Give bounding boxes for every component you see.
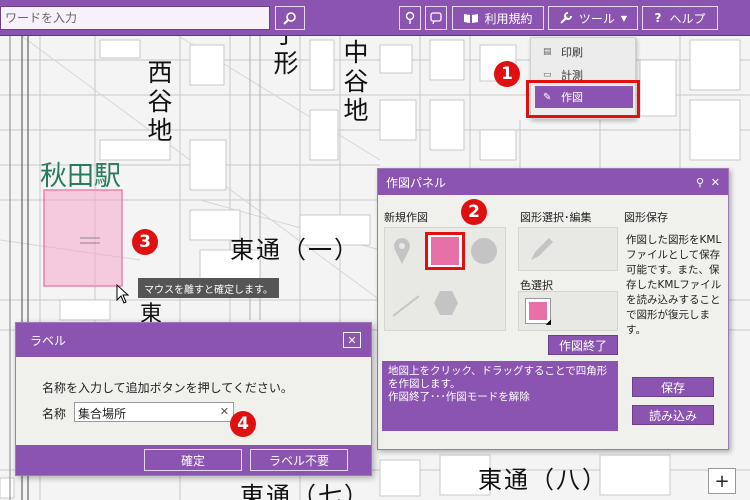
- map-label-nishi-yachi: 西谷地: [147, 58, 173, 145]
- label-dialog-title: ラベル: [30, 333, 67, 348]
- rectangle-icon: [431, 237, 459, 265]
- name-field[interactable]: 集合場所 ✕: [74, 402, 234, 422]
- comment-icon: [430, 12, 442, 24]
- map-label-naka-yachi: 中谷地: [343, 38, 369, 125]
- select-edit-title: 図形選択･編集: [520, 211, 592, 224]
- edit-pencil-icon[interactable]: [527, 234, 557, 264]
- top-toolbar: 利用規約 ツール ▼ ? ヘルプ: [0, 0, 750, 36]
- new-shape-title: 新規作図: [384, 211, 428, 224]
- circle-tool-icon[interactable]: [469, 236, 499, 266]
- search-button[interactable]: [275, 6, 305, 30]
- draw-panel-title: 作図パネル: [386, 175, 447, 190]
- save-title: 図形保存: [624, 211, 668, 224]
- color-select-box: ◢: [518, 291, 618, 331]
- book-icon: [464, 14, 479, 23]
- callout-4: 4: [230, 411, 256, 437]
- close-icon[interactable]: ✕: [343, 332, 361, 348]
- question-icon: ?: [654, 11, 662, 25]
- search-input[interactable]: [0, 6, 270, 30]
- confirm-button[interactable]: 確定: [144, 449, 242, 471]
- comment-button[interactable]: [425, 6, 447, 30]
- marker-tool-icon[interactable]: [391, 236, 413, 266]
- new-shape-tools: [384, 227, 506, 331]
- zoom-in-button[interactable]: +: [708, 468, 736, 494]
- save-description: 作図した図形をKMLファイルとして保存可能です。また、保存したKMLファイルを読…: [626, 234, 722, 336]
- map-label-higashi-dori-8: 東通（八）: [478, 466, 608, 494]
- draw-instructions: 地図上をクリック、ドラッグすることで四角形を作図します。 作図終了･･･作図モー…: [382, 361, 618, 431]
- color-swatch[interactable]: ◢: [525, 298, 551, 326]
- label-dialog-header: ラベル ✕: [16, 323, 371, 357]
- map-label-higashi-dori-7: 東通（七）: [240, 482, 370, 500]
- tools-button[interactable]: ツール ▼: [548, 6, 638, 30]
- print-icon: ▤: [543, 47, 552, 57]
- callout-2: 2: [461, 199, 487, 225]
- help-button[interactable]: ? ヘルプ: [642, 6, 718, 30]
- caret-icon: ◢: [545, 318, 551, 326]
- map-label-akita-station: 秋田駅: [40, 161, 121, 192]
- callout-1: 1: [494, 61, 520, 87]
- terms-button[interactable]: 利用規約: [452, 6, 544, 30]
- tools-label: ツール: [578, 11, 615, 26]
- pin-button[interactable]: [399, 6, 421, 30]
- draw-panel: 作図パネル ⚲ ✕ 新規作図 図形選択･編集 図形保存 色選択 ◢ 作図終了 作…: [377, 168, 729, 450]
- mouse-cursor-icon: [116, 284, 130, 304]
- finish-drawing-button[interactable]: 作図終了: [548, 335, 618, 355]
- highlight-draw-menu: [526, 80, 640, 118]
- label-dialog-footer: 確定 ラベル不要: [16, 445, 371, 475]
- ruler-icon: ▭: [543, 70, 552, 80]
- save-button[interactable]: 保存: [632, 377, 714, 397]
- menu-item-print[interactable]: ▤ 印刷: [535, 41, 633, 63]
- chevron-down-icon: ▼: [620, 13, 628, 23]
- label-dialog: ラベル ✕ 名称を入力して追加ボタンを押してください。 名称 集合場所 ✕ 確定…: [15, 322, 372, 476]
- tooltip: マウスを離すと確定します。: [138, 278, 279, 298]
- label-instruction: 名称を入力して追加ボタンを押してください。: [42, 381, 293, 395]
- name-field-value: 集合場所: [78, 407, 127, 421]
- help-label: ヘルプ: [669, 11, 706, 26]
- line-tool-icon[interactable]: [391, 292, 421, 318]
- draw-panel-header: 作図パネル ⚲ ✕: [378, 169, 728, 195]
- map-label-higashi-dori-1: 東通（一）: [230, 236, 360, 264]
- search-icon: [283, 12, 296, 25]
- load-button[interactable]: 読み込み: [632, 405, 714, 425]
- clear-icon[interactable]: ✕: [220, 405, 229, 418]
- wrench-icon: [560, 12, 572, 24]
- pin-icon: [405, 11, 415, 24]
- name-label: 名称: [42, 407, 67, 421]
- pin-icon[interactable]: ⚲: [696, 176, 704, 189]
- callout-3: 3: [132, 229, 158, 255]
- select-edit-tools: [518, 227, 618, 271]
- polygon-tool-icon[interactable]: [431, 288, 461, 318]
- terms-label: 利用規約: [484, 11, 533, 26]
- no-label-button[interactable]: ラベル不要: [250, 449, 348, 471]
- close-icon[interactable]: ✕: [711, 176, 720, 189]
- rectangle-tool[interactable]: [425, 232, 465, 270]
